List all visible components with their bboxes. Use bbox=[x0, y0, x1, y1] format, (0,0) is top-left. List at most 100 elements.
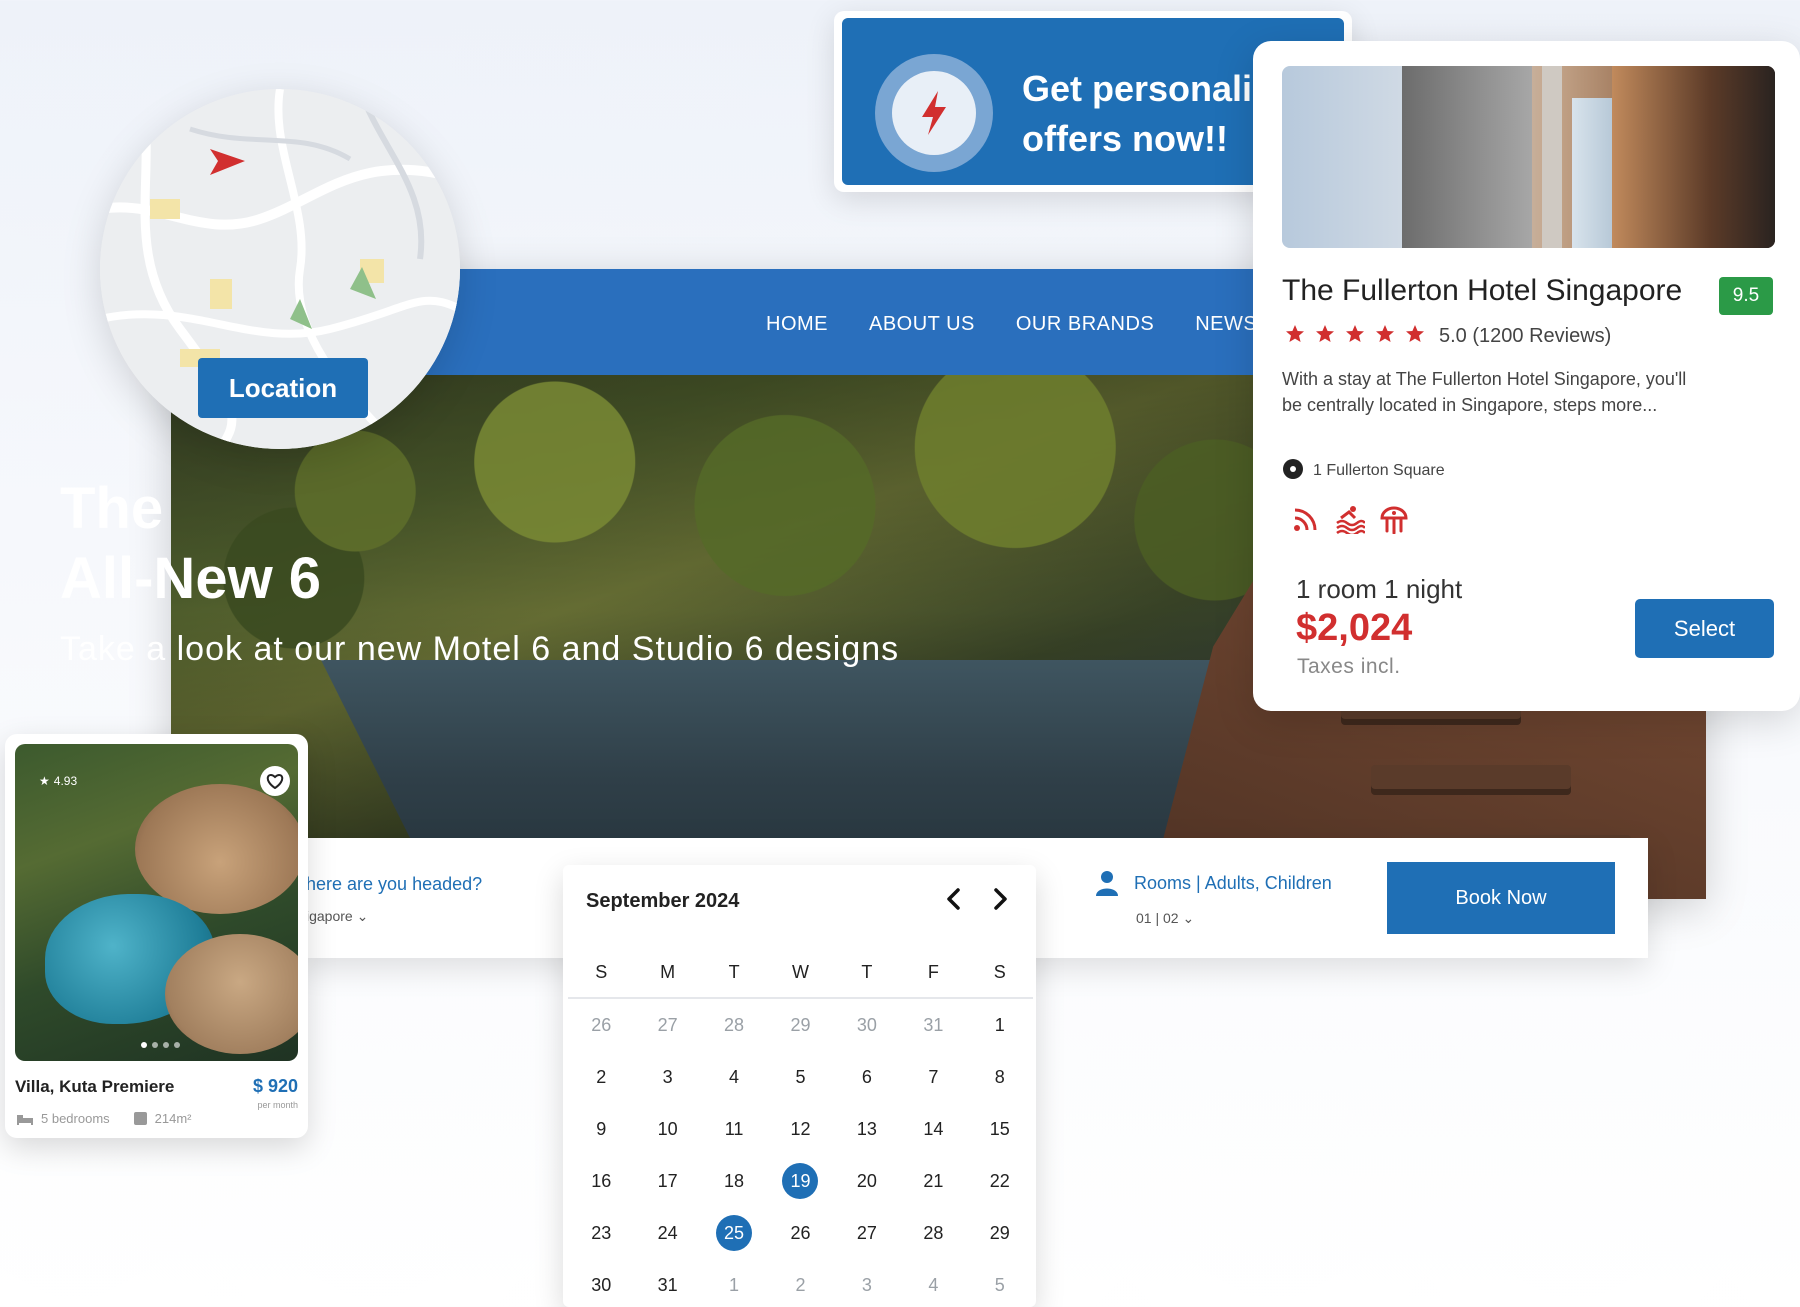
person-icon bbox=[1096, 871, 1118, 896]
guests-label[interactable]: Rooms | Adults, Children bbox=[1134, 873, 1332, 894]
calendar-day[interactable]: 6 bbox=[834, 1051, 900, 1103]
calendar-day-number: 31 bbox=[657, 1274, 678, 1295]
calendar-day[interactable]: 29 bbox=[967, 1207, 1033, 1259]
calendar-day[interactable]: 27 bbox=[834, 1207, 900, 1259]
calendar-day-number: 20 bbox=[856, 1170, 877, 1191]
spa-icon bbox=[1379, 504, 1409, 534]
destination-label[interactable]: here are you headed? bbox=[306, 874, 482, 895]
calendar-day-number: 23 bbox=[591, 1222, 612, 1243]
calendar-day[interactable]: 7 bbox=[900, 1051, 966, 1103]
hotel-description: With a stay at The Fullerton Hotel Singa… bbox=[1282, 369, 1687, 415]
hotel-amenities bbox=[1291, 504, 1409, 534]
calendar-day-number: 30 bbox=[591, 1274, 612, 1295]
select-button[interactable]: Select bbox=[1635, 599, 1774, 658]
calendar-day-number: 8 bbox=[994, 1066, 1005, 1087]
nav-item-about-us[interactable]: ABOUT US bbox=[869, 313, 975, 336]
calendar-day[interactable]: 30 bbox=[834, 999, 900, 1051]
calendar-day[interactable]: 21 bbox=[900, 1155, 966, 1207]
calendar-day-number: 4 bbox=[928, 1274, 939, 1295]
hero-subtitle: Take a look at our new Motel 6 and Studi… bbox=[60, 630, 900, 668]
calendar-weekday: S bbox=[568, 947, 635, 999]
carousel-dot[interactable] bbox=[152, 1042, 158, 1048]
calendar-day[interactable]: 9 bbox=[568, 1103, 634, 1155]
calendar-day[interactable]: 31 bbox=[634, 1259, 700, 1307]
carousel-dot[interactable] bbox=[163, 1042, 169, 1048]
carousel-dots bbox=[141, 1042, 180, 1048]
calendar-day[interactable]: 5 bbox=[767, 1051, 833, 1103]
hotel-name[interactable]: The Fullerton Hotel Singapore bbox=[1282, 274, 1682, 308]
calendar-weekday: F bbox=[900, 947, 967, 999]
lightning-icon bbox=[922, 91, 946, 135]
pool-icon bbox=[1335, 504, 1365, 534]
calendar-next-button[interactable] bbox=[986, 885, 1014, 913]
villa-image: ★ 4.93 bbox=[15, 744, 298, 1061]
calendar-day[interactable]: 26 bbox=[767, 1207, 833, 1259]
star-icon bbox=[1286, 325, 1304, 342]
calendar-day-number: 26 bbox=[591, 1014, 612, 1035]
calendar-prev-button[interactable] bbox=[940, 885, 968, 913]
calendar-day[interactable]: 10 bbox=[634, 1103, 700, 1155]
calendar-day-number: 1 bbox=[994, 1014, 1005, 1035]
calendar-day-selected[interactable]: 19 bbox=[767, 1155, 833, 1207]
calendar-day-number: 16 bbox=[591, 1170, 612, 1191]
calendar-day[interactable]: 23 bbox=[568, 1207, 634, 1259]
calendar-day[interactable]: 13 bbox=[834, 1103, 900, 1155]
calendar-day-number: 11 bbox=[724, 1118, 744, 1139]
calendar-day[interactable]: 26 bbox=[568, 999, 634, 1051]
calendar-day[interactable]: 1 bbox=[967, 999, 1033, 1051]
calendar-day[interactable]: 31 bbox=[900, 999, 966, 1051]
calendar-day-number: 15 bbox=[989, 1118, 1010, 1139]
room-night-label: 1 room 1 night bbox=[1296, 574, 1463, 604]
calendar-day-number: 26 bbox=[790, 1222, 811, 1243]
offer-icon-disc bbox=[892, 71, 976, 155]
calendar-day[interactable]: 30 bbox=[568, 1259, 634, 1307]
calendar-day[interactable]: 29 bbox=[767, 999, 833, 1051]
villa-card[interactable]: ★ 4.93 Villa, Kuta Premiere $ 920 per mo… bbox=[5, 734, 308, 1138]
villa-area-text: 214m² bbox=[154, 1111, 192, 1126]
building-shape bbox=[1542, 66, 1562, 248]
favorite-button[interactable] bbox=[260, 766, 290, 796]
location-button[interactable]: Location bbox=[198, 358, 368, 418]
guests-value: 01 | 02 bbox=[1136, 910, 1179, 926]
calendar-day-number: 27 bbox=[657, 1014, 678, 1035]
calendar-day[interactable]: 2 bbox=[767, 1259, 833, 1307]
calendar-day[interactable]: 4 bbox=[701, 1051, 767, 1103]
carousel-dot[interactable] bbox=[174, 1042, 180, 1048]
nav-item-our-brands[interactable]: OUR BRANDS bbox=[1016, 313, 1154, 336]
building-shape bbox=[1402, 66, 1532, 248]
calendar-day[interactable]: 4 bbox=[900, 1259, 966, 1307]
calendar-day[interactable]: 2 bbox=[568, 1051, 634, 1103]
wifi-icon bbox=[1291, 504, 1321, 534]
calendar-day[interactable]: 22 bbox=[967, 1155, 1033, 1207]
calendar-day[interactable]: 1 bbox=[701, 1259, 767, 1307]
nav-item-home[interactable]: HOME bbox=[766, 313, 828, 336]
calendar-day[interactable]: 12 bbox=[767, 1103, 833, 1155]
calendar-day-number: 7 bbox=[928, 1066, 939, 1087]
carousel-dot[interactable] bbox=[141, 1042, 147, 1048]
calendar-day[interactable]: 16 bbox=[568, 1155, 634, 1207]
calendar-day[interactable]: 3 bbox=[634, 1051, 700, 1103]
calendar-day[interactable]: 15 bbox=[967, 1103, 1033, 1155]
calendar-day[interactable]: 20 bbox=[834, 1155, 900, 1207]
calendar-day[interactable]: 3 bbox=[834, 1259, 900, 1307]
calendar-day-number: 28 bbox=[724, 1014, 745, 1035]
calendar-day[interactable]: 27 bbox=[634, 999, 700, 1051]
calendar-day[interactable]: 17 bbox=[634, 1155, 700, 1207]
calendar-day-number: 12 bbox=[790, 1118, 811, 1139]
star-icon bbox=[1406, 325, 1424, 342]
calendar-day[interactable]: 5 bbox=[967, 1259, 1033, 1307]
calendar-day[interactable]: 28 bbox=[900, 1207, 966, 1259]
calendar-day[interactable]: 8 bbox=[967, 1051, 1033, 1103]
calendar-day[interactable]: 11 bbox=[701, 1103, 767, 1155]
calendar-day[interactable]: 28 bbox=[701, 999, 767, 1051]
villa-rating: ★ 4.93 bbox=[39, 774, 77, 788]
calendar-day[interactable]: 14 bbox=[900, 1103, 966, 1155]
book-now-button[interactable]: Book Now bbox=[1387, 862, 1615, 934]
destination-select[interactable]: igapore ⌄ bbox=[306, 908, 368, 925]
villa-price-period: per month bbox=[257, 1100, 298, 1110]
calendar-day[interactable]: 18 bbox=[701, 1155, 767, 1207]
calendar-weekday: T bbox=[700, 947, 768, 999]
calendar-day-selected[interactable]: 25 bbox=[701, 1207, 767, 1259]
guests-select[interactable]: 01 | 02 ⌄ bbox=[1136, 910, 1194, 927]
calendar-day[interactable]: 24 bbox=[634, 1207, 700, 1259]
